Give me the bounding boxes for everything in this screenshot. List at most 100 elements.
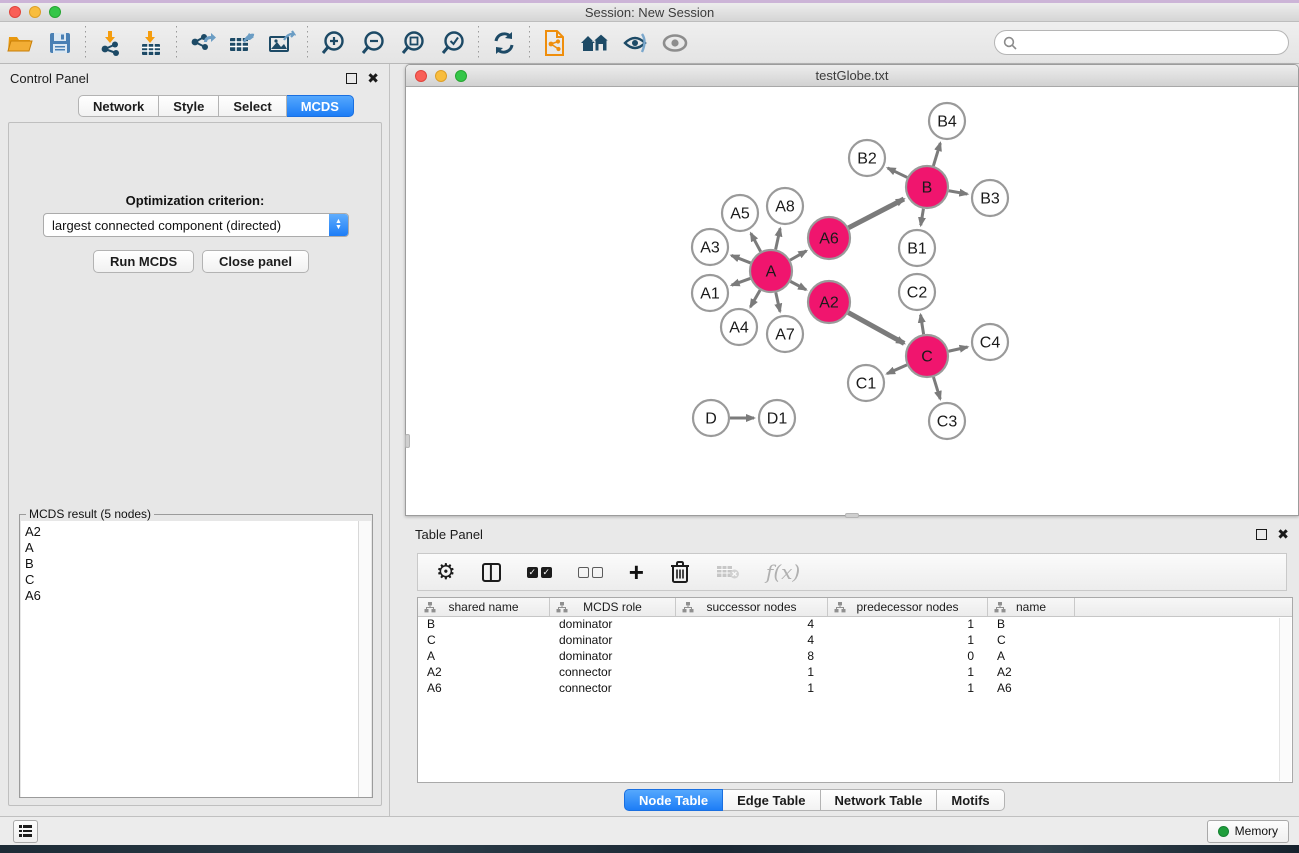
node-A6[interactable]: A6 bbox=[808, 217, 850, 259]
edge-C-C3[interactable] bbox=[933, 377, 940, 399]
table-scrollbar[interactable] bbox=[1279, 618, 1291, 781]
node-A7[interactable]: A7 bbox=[767, 316, 803, 352]
node-C[interactable]: C bbox=[906, 335, 948, 377]
column-header-predecessor-nodes[interactable]: predecessor nodes bbox=[828, 598, 988, 616]
split-view-icon[interactable] bbox=[482, 563, 501, 582]
node-A8[interactable]: A8 bbox=[767, 188, 803, 224]
edge-A-A6[interactable] bbox=[790, 251, 806, 260]
hide-graphics-details-button[interactable] bbox=[615, 25, 655, 61]
show-graphics-details-button[interactable] bbox=[655, 25, 695, 61]
node-B2[interactable]: B2 bbox=[849, 140, 885, 176]
open-session-button[interactable] bbox=[535, 25, 575, 61]
criterion-dropdown[interactable]: largest connected component (directed) ▲… bbox=[43, 213, 349, 237]
table-cell[interactable]: dominator bbox=[550, 617, 676, 633]
close-window-button[interactable] bbox=[9, 6, 21, 18]
edge-A-A2[interactable] bbox=[790, 281, 806, 289]
edge-B-B4[interactable] bbox=[933, 143, 940, 166]
add-column-icon[interactable]: + bbox=[629, 562, 644, 582]
zoom-selected-button[interactable] bbox=[433, 25, 473, 61]
node-C2[interactable]: C2 bbox=[899, 274, 935, 310]
network-canvas[interactable]: B4B2BB3A8A5A6A3B1AA1C2A2A4A7C4CC1DD1C3 bbox=[407, 87, 1297, 514]
minimize-window-button[interactable] bbox=[29, 6, 41, 18]
close-panel-button[interactable]: Close panel bbox=[202, 250, 309, 273]
node-D1[interactable]: D1 bbox=[759, 400, 795, 436]
table-row[interactable]: A2connector11A2 bbox=[418, 665, 1292, 681]
edge-C-C2[interactable] bbox=[921, 315, 924, 335]
mcds-result-item[interactable]: C bbox=[25, 572, 359, 588]
table-cell[interactable]: 4 bbox=[676, 633, 828, 649]
node-D[interactable]: D bbox=[693, 400, 729, 436]
home-button[interactable] bbox=[575, 25, 615, 61]
edge-C-C4[interactable] bbox=[948, 347, 967, 351]
zoom-fit-button[interactable] bbox=[393, 25, 433, 61]
close-panel-icon[interactable]: ✖ bbox=[367, 73, 379, 84]
table-row[interactable]: A6connector11A6 bbox=[418, 681, 1292, 697]
tab-edge-table[interactable]: Edge Table bbox=[723, 789, 820, 811]
export-image-button[interactable] bbox=[262, 25, 302, 61]
tab-style[interactable]: Style bbox=[159, 95, 219, 117]
search-box[interactable] bbox=[994, 30, 1289, 55]
export-network-button[interactable] bbox=[182, 25, 222, 61]
edge-A-A7[interactable] bbox=[776, 292, 780, 311]
delete-columns-trash-icon[interactable] bbox=[670, 560, 690, 584]
edge-B-B2[interactable] bbox=[888, 168, 907, 177]
tab-mcds[interactable]: MCDS bbox=[287, 95, 354, 117]
export-table-button[interactable] bbox=[222, 25, 262, 61]
float-panel-icon[interactable] bbox=[346, 73, 357, 84]
memory-button[interactable]: Memory bbox=[1207, 820, 1289, 843]
node-A[interactable]: A bbox=[750, 250, 792, 292]
import-network-button[interactable] bbox=[91, 25, 131, 61]
table-cell[interactable]: A2 bbox=[988, 665, 1075, 681]
column-header-shared-name[interactable]: shared name bbox=[418, 598, 550, 616]
node-A4[interactable]: A4 bbox=[721, 309, 757, 345]
maximize-network-button[interactable] bbox=[455, 70, 467, 82]
edge-A-A3[interactable] bbox=[731, 255, 750, 263]
column-header-successor-nodes[interactable]: successor nodes bbox=[676, 598, 828, 616]
refresh-button[interactable] bbox=[484, 25, 524, 61]
result-scrollbar[interactable] bbox=[358, 521, 371, 797]
zoom-out-button[interactable] bbox=[353, 25, 393, 61]
select-all-columns-button[interactable]: ✓ ✓ bbox=[527, 567, 552, 578]
tab-select[interactable]: Select bbox=[219, 95, 286, 117]
table-cell[interactable]: 1 bbox=[676, 681, 828, 697]
table-cell[interactable]: A2 bbox=[418, 665, 550, 681]
network-window-titlebar[interactable]: testGlobe.txt bbox=[406, 65, 1298, 87]
column-header-name[interactable]: name bbox=[988, 598, 1075, 616]
table-cell[interactable]: connector bbox=[550, 681, 676, 697]
tab-network[interactable]: Network bbox=[78, 95, 159, 117]
table-cell[interactable]: 0 bbox=[828, 649, 988, 665]
table-cell[interactable]: 4 bbox=[676, 617, 828, 633]
mcds-result-item[interactable]: A6 bbox=[25, 588, 359, 604]
open-file-button[interactable] bbox=[0, 25, 40, 61]
edge-B-B3[interactable] bbox=[949, 191, 968, 194]
table-cell[interactable]: connector bbox=[550, 665, 676, 681]
maximize-window-button[interactable] bbox=[49, 6, 61, 18]
horizontal-scroll-grip[interactable] bbox=[845, 513, 859, 518]
mcds-result-item[interactable]: B bbox=[25, 556, 359, 572]
mcds-result-item[interactable]: A bbox=[25, 540, 359, 556]
table-cell[interactable]: A6 bbox=[418, 681, 550, 697]
node-C3[interactable]: C3 bbox=[929, 403, 965, 439]
table-cell[interactable]: B bbox=[988, 617, 1075, 633]
node-A5[interactable]: A5 bbox=[722, 195, 758, 231]
edge-A-A4[interactable] bbox=[750, 290, 760, 307]
run-mcds-button[interactable]: Run MCDS bbox=[93, 250, 194, 273]
column-header-MCDS-role[interactable]: MCDS role bbox=[550, 598, 676, 616]
node-B4[interactable]: B4 bbox=[929, 103, 965, 139]
table-cell[interactable]: dominator bbox=[550, 633, 676, 649]
tab-network-table[interactable]: Network Table bbox=[821, 789, 938, 811]
edge-A-A5[interactable] bbox=[751, 233, 761, 251]
table-cell[interactable]: 1 bbox=[828, 665, 988, 681]
node-B[interactable]: B bbox=[906, 166, 948, 208]
edge-A-A8[interactable] bbox=[776, 228, 781, 249]
tab-motifs[interactable]: Motifs bbox=[937, 789, 1004, 811]
node-A1[interactable]: A1 bbox=[692, 275, 728, 311]
node-A2[interactable]: A2 bbox=[808, 281, 850, 323]
node-A3[interactable]: A3 bbox=[692, 229, 728, 265]
mcds-result-list[interactable]: A2ABCA6 bbox=[21, 521, 359, 797]
edge-C-C1[interactable] bbox=[887, 365, 907, 374]
table-cell[interactable]: dominator bbox=[550, 649, 676, 665]
float-table-panel-icon[interactable] bbox=[1256, 529, 1267, 540]
table-cell[interactable]: B bbox=[418, 617, 550, 633]
mcds-result-item[interactable]: A2 bbox=[25, 524, 359, 540]
